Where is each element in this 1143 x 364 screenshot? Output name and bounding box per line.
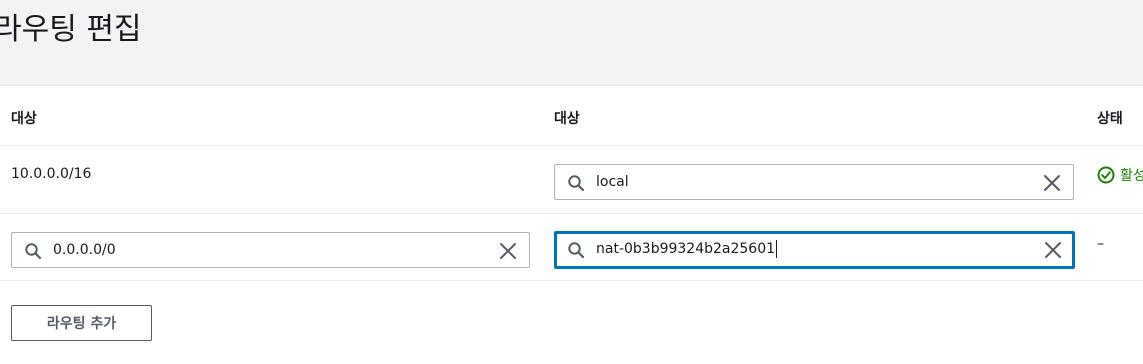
- destination-search-input-row-2[interactable]: 0.0.0.0/0: [11, 232, 530, 268]
- status-text: 활성: [1120, 168, 1143, 184]
- page-header: 라우팅 편집: [0, 0, 1143, 86]
- target-search-input-row-2[interactable]: nat-0b3b99324b2a25601: [554, 231, 1075, 269]
- row-divider: [0, 145, 1143, 146]
- target-value: local: [596, 174, 629, 190]
- destination-value: 0.0.0.0/0: [53, 242, 116, 258]
- status-badge: 활성: [1097, 165, 1143, 185]
- add-route-button[interactable]: 라우팅 추가: [11, 305, 152, 341]
- destination-static-value: 10.0.0.0/16: [11, 166, 92, 182]
- column-header-status: 상태: [1097, 111, 1123, 127]
- close-icon[interactable]: [499, 242, 517, 260]
- target-search-input-row-1[interactable]: local: [554, 164, 1074, 200]
- page-title: 라우팅 편집: [0, 12, 142, 47]
- target-value: nat-0b3b99324b2a25601: [596, 241, 776, 257]
- row-divider: [0, 280, 1143, 281]
- row-divider: [0, 213, 1143, 214]
- close-icon[interactable]: [1043, 174, 1061, 192]
- status-empty: –: [1097, 236, 1104, 252]
- text-caret: [776, 240, 778, 258]
- column-header-destination: 대상: [11, 111, 37, 127]
- target-value-wrapper: nat-0b3b99324b2a25601: [596, 240, 778, 258]
- check-circle-icon: [1097, 166, 1115, 184]
- search-icon: [568, 175, 585, 192]
- search-icon: [568, 242, 585, 259]
- column-header-target: 대상: [554, 111, 580, 127]
- close-icon[interactable]: [1044, 241, 1062, 259]
- search-icon: [25, 243, 42, 260]
